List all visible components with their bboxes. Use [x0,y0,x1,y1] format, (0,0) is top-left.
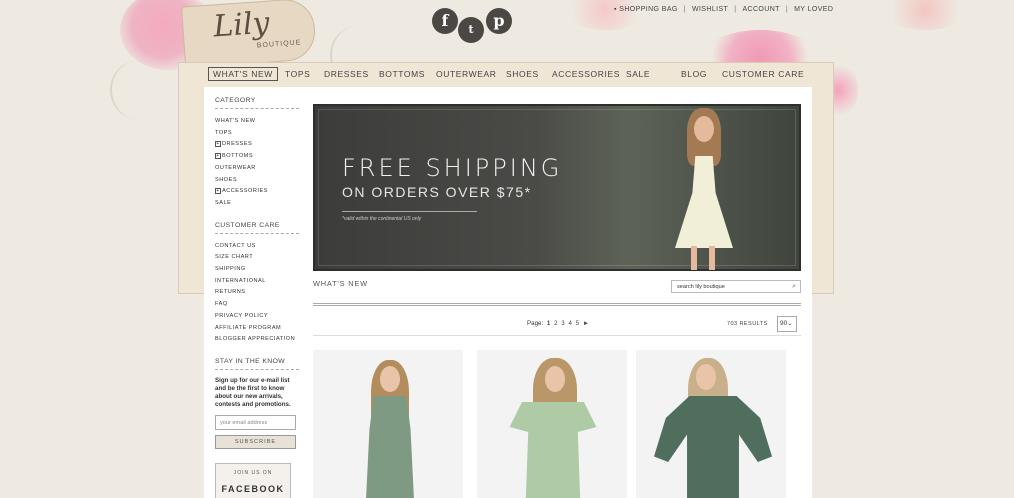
nav-outerwear[interactable]: OUTERWEAR [436,69,497,79]
page-title: WHAT'S NEW [313,279,368,288]
banner-note: *valid within the continental US only [342,216,422,222]
nav-shoes[interactable]: SHOES [506,69,539,79]
search-icon[interactable]: ⌕ [792,283,796,291]
twitter-icon[interactable]: t [458,17,484,43]
sidebar-item-label: ACCESSORIES [222,188,268,195]
chevron-down-icon: ⌄ [787,321,793,327]
logo-text: Lily [212,5,271,45]
product-card[interactable] [636,350,786,498]
account-link[interactable]: ACCOUNT [742,6,779,13]
newsletter-description: Sign up for our e-mail list and be the f… [215,376,291,409]
wishlist-link[interactable]: WISHLIST [692,6,728,13]
leaf-decoration [110,60,170,120]
sidebar-item-blogger[interactable]: BLOGGER APPRECIATION [215,334,299,346]
email-field[interactable]: your email address [215,415,296,431]
nav-accessories[interactable]: ACCESSORIES [552,69,620,79]
results-count: 703 RESULTS [727,321,768,327]
page-link-1[interactable]: 1 [547,320,550,327]
sidebar-item-contact[interactable]: CONTACT US [215,241,299,253]
free-shipping-banner[interactable]: FREE SHIPPING ON ORDERS OVER $75* *valid… [313,104,801,271]
model-leg [709,246,715,270]
separator: | [785,6,789,13]
product-card[interactable] [313,350,463,498]
shopping-bag-link[interactable]: ▪ SHOPPING BAG [614,6,678,13]
main-nav: WHAT'S NEW TOPS DRESSES BOTTOMS OUTERWEA… [208,67,808,83]
search-input-value: search lily boutique [677,284,725,290]
nav-dresses[interactable]: DRESSES [324,69,369,79]
expand-icon[interactable]: + [215,188,221,195]
nav-whats-new[interactable]: WHAT'S NEW [208,67,278,81]
facebook-icon[interactable]: f [432,8,458,34]
expand-icon[interactable]: + [215,153,221,160]
sidebar-item-bottoms[interactable]: + BOTTOMS [215,151,299,163]
newsletter-heading: STAY IN THE KNOW [215,358,299,370]
shopping-bag-label: SHOPPING BAG [619,6,678,13]
product-top [654,396,772,498]
next-page-icon[interactable]: ► [583,320,589,327]
product-model-face [545,366,565,392]
banner-model-image [657,108,749,271]
nav-sale[interactable]: SALE [626,69,650,79]
banner-title: FREE SHIPPING [342,154,563,182]
sidebar-item-dresses[interactable]: + DRESSES [215,139,299,151]
pagination: Page: 1 2 3 4 5 ► [527,320,589,327]
model-dress [675,156,733,248]
model-leg [691,246,697,270]
page-link-3[interactable]: 3 [561,320,564,327]
content-area: CATEGORY WHAT'S NEW TOPS + DRESSES + BOTTO… [204,87,812,498]
facebook-badge[interactable]: JOIN US ON FACEBOOK [215,463,291,498]
divider [313,335,801,336]
banner-divider [342,211,477,212]
account-links: ▪ SHOPPING BAG | WISHLIST | ACCOUNT | MY… [614,6,833,13]
sidebar-item-tops[interactable]: TOPS [215,128,299,140]
logo[interactable]: Lily BOUTIQUE [180,0,318,69]
my-loved-link[interactable]: MY LOVED [794,6,833,13]
nav-customer-care[interactable]: CUSTOMER CARE [722,69,804,79]
facebook-badge-join: JOIN US ON [233,470,273,477]
page-label: Page: [527,320,544,327]
page-link-2[interactable]: 2 [554,320,557,327]
sidebar-item-whats-new[interactable]: WHAT'S NEW [215,116,299,128]
divider [313,303,801,306]
product-model-face [696,364,716,390]
sidebar-item-label: DRESSES [222,141,253,148]
sidebar-item-label: BOTTOMS [222,153,254,160]
sidebar-item-outerwear[interactable]: OUTERWEAR [215,163,299,175]
separator: | [683,6,686,13]
per-page-select[interactable]: 90⌄ [777,316,797,332]
sidebar-item-affiliate[interactable]: AFFILIATE PROGRAM [215,323,299,335]
pinterest-icon[interactable]: p [486,8,512,34]
facebook-badge-name: FACEBOOK [221,484,285,495]
flower-decoration [880,0,970,30]
sidebar-item-size-chart[interactable]: SIZE CHART [215,252,299,264]
sidebar-item-international[interactable]: INTERNATIONAL [215,276,299,288]
model-face [694,116,714,142]
subscribe-button[interactable]: SUBSCRIBE [215,435,296,450]
product-dress [509,402,597,498]
sidebar-item-returns[interactable]: RETURNS [215,287,299,299]
category-heading: CATEGORY [215,97,299,109]
sidebar-item-faq[interactable]: FAQ [215,299,299,311]
bag-icon: ▪ [614,6,617,13]
customer-care-heading: CUSTOMER CARE [215,222,299,234]
nav-blog[interactable]: BLOG [681,69,707,79]
expand-icon[interactable]: + [215,141,221,148]
page-link-5[interactable]: 5 [576,320,579,327]
social-links: f t p [432,8,522,48]
sidebar-item-sale[interactable]: SALE [215,198,299,210]
product-card[interactable] [477,350,627,498]
page-link-4[interactable]: 4 [568,320,571,327]
sidebar-item-privacy[interactable]: PRIVACY POLICY [215,311,299,323]
sidebar: CATEGORY WHAT'S NEW TOPS + DRESSES + BOTTO… [215,87,299,498]
sidebar-item-shoes[interactable]: SHOES [215,175,299,187]
flower-decoration [560,0,650,30]
search-input[interactable]: search lily boutique ⌕ [671,280,801,293]
product-model-face [380,366,400,392]
separator: | [734,6,737,13]
nav-bottoms[interactable]: BOTTOMS [379,69,425,79]
sidebar-item-accessories[interactable]: + ACCESSORIES [215,186,299,198]
banner-subtitle: ON ORDERS OVER $75* [342,184,532,200]
nav-tops[interactable]: TOPS [285,69,310,79]
sidebar-item-shipping[interactable]: SHIPPING [215,264,299,276]
